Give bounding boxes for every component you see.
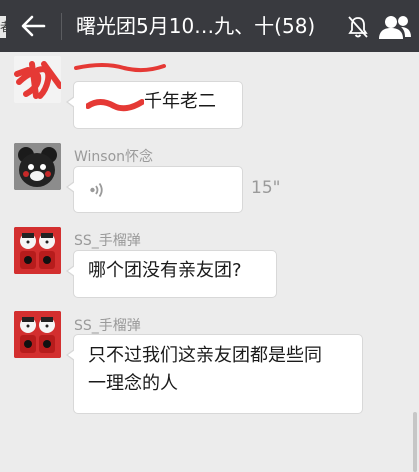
sender-name: SS_手榴弹 bbox=[74, 318, 141, 334]
voice-message-bubble[interactable] bbox=[66, 166, 243, 213]
avatar[interactable] bbox=[14, 227, 61, 274]
chat-title: 曙光团5月10…九、十(58) bbox=[76, 14, 316, 38]
redaction-scribble-icon bbox=[74, 63, 166, 73]
voice-duration: 15" bbox=[251, 178, 281, 198]
avatar[interactable] bbox=[14, 311, 61, 358]
avatar[interactable] bbox=[14, 56, 61, 103]
edge-text: 者 bbox=[0, 20, 6, 34]
message-list[interactable]: 千年老二 Winson怀念 15" SS_手榴弹 哪个团没有亲友团? SS_手榴… bbox=[0, 52, 419, 472]
message-bubble[interactable]: 千年老二 bbox=[66, 81, 243, 129]
back-arrow-icon[interactable] bbox=[18, 12, 48, 40]
mute-bell-icon bbox=[348, 16, 368, 38]
message-bubble[interactable]: 哪个团没有亲友团? bbox=[66, 250, 277, 298]
bear-mascot-icon bbox=[14, 143, 61, 190]
voice-wave-icon bbox=[90, 182, 103, 198]
message-text: 哪个团没有亲友团? bbox=[88, 260, 242, 281]
redaction-scribble-icon bbox=[86, 99, 144, 112]
sender-name: SS_手榴弹 bbox=[74, 233, 141, 249]
header-divider bbox=[61, 13, 62, 40]
message-text: 千年老二 bbox=[144, 91, 216, 112]
message-text-line: 一理念的人 bbox=[88, 373, 178, 394]
message-bubble[interactable]: 只不过我们这亲友团都是些同 一理念的人 bbox=[66, 334, 363, 414]
doll-figures-icon bbox=[14, 311, 61, 358]
sender-name-redacted bbox=[74, 60, 184, 80]
top-bar: 者 曙光团5月10…九、十(58) bbox=[0, 0, 419, 52]
message-text-line: 只不过我们这亲友团都是些同 bbox=[88, 345, 322, 366]
sender-name: Winson怀念 bbox=[74, 149, 154, 165]
scrollbar[interactable] bbox=[413, 412, 417, 472]
doll-figures-icon bbox=[14, 227, 61, 274]
edge-sliver: 者 bbox=[0, 16, 6, 38]
group-members-icon[interactable] bbox=[378, 14, 412, 40]
avatar[interactable] bbox=[14, 143, 61, 190]
redaction-scribble-icon bbox=[14, 56, 61, 103]
